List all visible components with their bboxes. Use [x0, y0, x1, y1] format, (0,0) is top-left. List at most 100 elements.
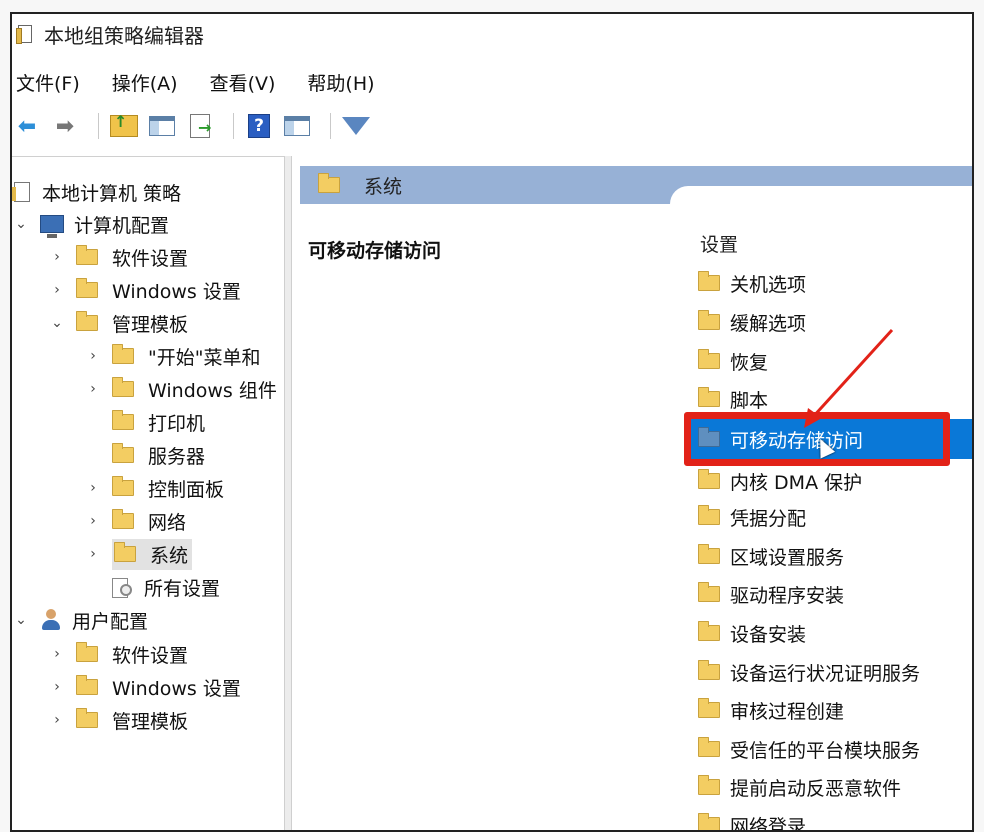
tree-label: 软件设置 [112, 641, 188, 668]
folder-icon [76, 249, 98, 265]
list-item-label: 提前启动反恶意软件 [730, 774, 901, 801]
list-item[interactable]: 关机选项 [698, 268, 806, 298]
tree-item-control-panel[interactable]: › 控制面板 [86, 473, 224, 503]
tree-item-system[interactable]: › 系统 [86, 539, 192, 569]
tree-label: 服务器 [148, 442, 205, 469]
chevron-right-icon[interactable]: › [86, 546, 100, 562]
user-icon [40, 609, 62, 631]
toolbar-separator [98, 113, 99, 139]
chevron-right-icon[interactable]: › [86, 348, 100, 364]
tree-item-server[interactable]: 服务器 [112, 440, 205, 470]
tree-item-local-policy[interactable]: 本地计算机 策略 [14, 177, 181, 207]
list-item[interactable]: 网络登录 [698, 810, 806, 832]
folder-up-button[interactable] [109, 111, 139, 141]
tree-item-start-menu[interactable]: › "开始"菜单和 [86, 341, 260, 371]
list-item[interactable]: 恢复 [698, 346, 768, 376]
folder-icon [698, 509, 720, 525]
menu-file[interactable]: 文件(F) [16, 69, 80, 96]
console-pane-icon [284, 116, 310, 136]
folder-icon [76, 282, 98, 298]
chevron-right-icon[interactable]: › [86, 480, 100, 496]
list-item[interactable]: 凭据分配 [698, 502, 806, 532]
filter-icon [342, 117, 370, 135]
chevron-right-icon[interactable]: › [50, 282, 64, 298]
back-arrow-icon[interactable]: ⬅ [12, 111, 42, 141]
list-item-label: 区域设置服务 [730, 543, 844, 570]
chevron-right-icon[interactable]: › [86, 381, 100, 397]
console-pane-button[interactable] [282, 111, 312, 141]
chevron-right-icon[interactable]: › [50, 249, 64, 265]
tree-item-uc-windows[interactable]: › Windows 设置 [50, 672, 241, 702]
tree-item-computer-config[interactable]: ⌄ 计算机配置 [14, 209, 169, 239]
list-item[interactable]: 受信任的平台模块服务 [698, 734, 920, 764]
list-item-label: 关机选项 [730, 270, 806, 297]
chevron-right-icon[interactable]: › [50, 712, 64, 728]
folder-up-icon [110, 115, 138, 137]
list-item-label: 审核过程创建 [730, 697, 844, 724]
extended-tab-background [670, 186, 972, 210]
tree-item-user-config[interactable]: ⌄ 用户配置 [14, 605, 148, 635]
tree-item-uc-software[interactable]: › 软件设置 [50, 639, 188, 669]
tree-item-uc-admin-templates[interactable]: › 管理模板 [50, 705, 188, 735]
list-item[interactable]: 区域设置服务 [698, 541, 844, 571]
list-item-label: 受信任的平台模块服务 [730, 736, 920, 763]
tree-label: Windows 设置 [112, 277, 241, 304]
folder-icon [114, 546, 136, 562]
tree-item-all-settings[interactable]: 所有设置 [112, 572, 220, 602]
tree-label: 控制面板 [148, 475, 224, 502]
menu-bar: 文件(F) 操作(A) 查看(V) 帮助(H) [12, 66, 401, 98]
filter-button[interactable] [341, 111, 371, 141]
list-item-label: 恢复 [730, 348, 768, 375]
window-frame: 本地组策略编辑器 文件(F) 操作(A) 查看(V) 帮助(H) ⬅ ➡ ? 本… [10, 12, 974, 832]
help-button[interactable]: ? [244, 111, 274, 141]
list-item[interactable]: 审核过程创建 [698, 695, 844, 725]
forward-arrow-icon[interactable]: ➡ [50, 111, 80, 141]
tree-item-cc-software[interactable]: › 软件设置 [50, 242, 188, 272]
menu-action[interactable]: 操作(A) [112, 69, 178, 96]
tree-label: 用户配置 [72, 607, 148, 634]
export-list-button[interactable] [185, 111, 215, 141]
tree-item-printers[interactable]: 打印机 [112, 407, 205, 437]
tree-item-windows-components[interactable]: › Windows 组件 [86, 374, 277, 404]
pane-splitter[interactable] [284, 156, 292, 830]
tree-label: 系统 [150, 541, 188, 568]
gpedit-app-icon [16, 24, 34, 44]
chevron-right-icon[interactable]: › [86, 513, 100, 529]
list-item[interactable]: 设备安装 [698, 618, 806, 648]
menu-view[interactable]: 查看(V) [210, 69, 276, 96]
folder-icon [698, 741, 720, 757]
column-header-settings[interactable]: 设置 [700, 230, 738, 257]
chevron-right-icon[interactable]: › [50, 679, 64, 695]
list-item[interactable]: 设备运行状况证明服务 [698, 657, 920, 687]
menu-help[interactable]: 帮助(H) [307, 69, 374, 96]
list-item[interactable]: 脚本 [698, 384, 768, 414]
folder-icon [112, 348, 134, 364]
chevron-down-icon[interactable]: ⌄ [50, 315, 64, 331]
tree-label: 计算机配置 [74, 211, 169, 238]
details-pane: 系统 可移动存储访问 设置 关机选项 缓解选项 恢复 脚本 可移动存储访问 内核… [292, 156, 972, 830]
show-hide-tree-button[interactable] [147, 111, 177, 141]
folder-icon [698, 275, 720, 291]
folder-icon [112, 414, 134, 430]
folder-icon [698, 353, 720, 369]
chevron-right-icon[interactable]: › [50, 646, 64, 662]
chevron-down-icon[interactable]: ⌄ [14, 612, 28, 628]
list-item-label: 设备安装 [730, 620, 806, 647]
tree-item-cc-windows[interactable]: › Windows 设置 [50, 275, 241, 305]
list-item[interactable]: 驱动程序安装 [698, 579, 844, 609]
list-item[interactable]: 提前启动反恶意软件 [698, 772, 901, 802]
tree-item-cc-admin-templates[interactable]: ⌄ 管理模板 [50, 308, 188, 338]
toolbar-separator [330, 113, 331, 139]
list-item-label: 设备运行状况证明服务 [730, 659, 920, 686]
folder-icon [112, 513, 134, 529]
folder-icon [698, 586, 720, 602]
list-item[interactable]: 内核 DMA 保护 [698, 466, 862, 496]
tree-label: Windows 设置 [112, 674, 241, 701]
tree-item-network[interactable]: › 网络 [86, 506, 186, 536]
chevron-down-icon[interactable]: ⌄ [14, 216, 28, 232]
folder-icon [112, 381, 134, 397]
list-item[interactable]: 缓解选项 [698, 307, 806, 337]
list-item-label: 缓解选项 [730, 309, 806, 336]
folder-icon [698, 314, 720, 330]
navigation-tree: 本地计算机 策略 ⌄ 计算机配置 › 软件设置 › Windows 设置 ⌄ 管… [12, 156, 284, 830]
